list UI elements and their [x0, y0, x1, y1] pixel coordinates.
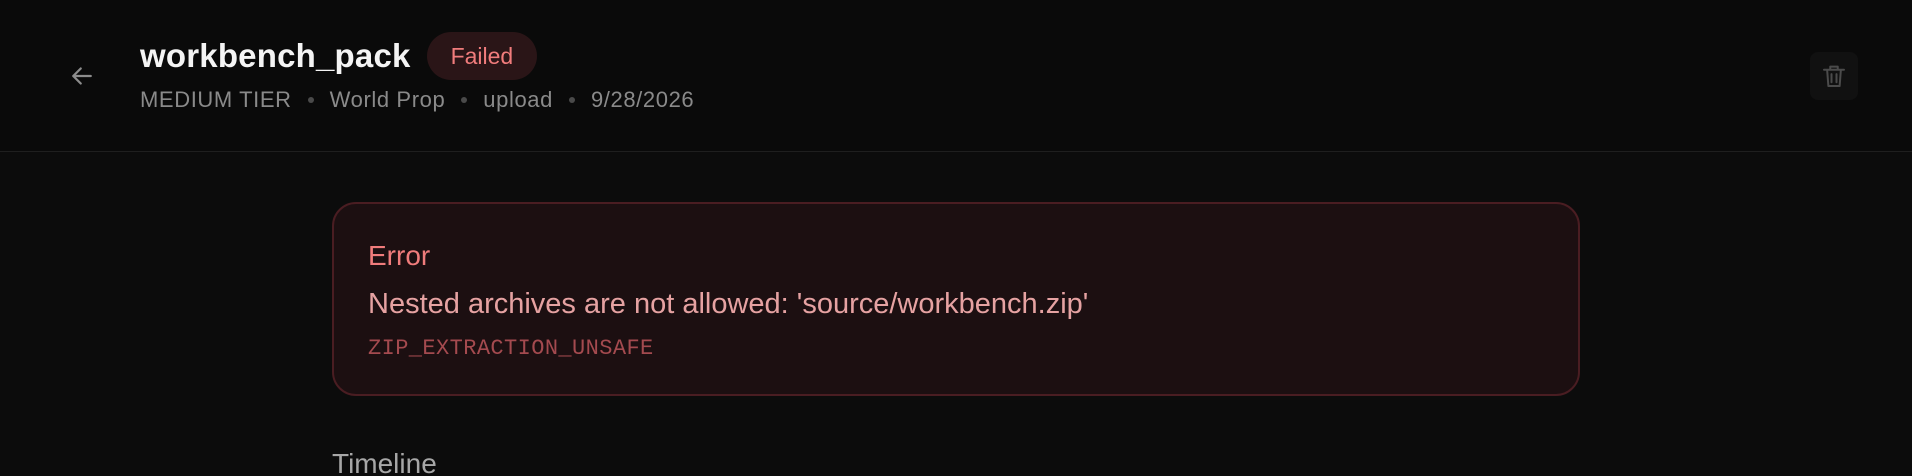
- error-title: Error: [368, 240, 431, 271]
- meta-source: upload: [483, 87, 553, 112]
- arrow-left-icon: [72, 67, 92, 85]
- asset-meta: MEDIUM TIER World Prop upload 9/28/2026: [140, 86, 694, 114]
- meta-separator: [461, 97, 468, 103]
- error-card: Error Nested archives are not allowed: '…: [332, 202, 1580, 396]
- delete-button[interactable]: [1810, 52, 1858, 100]
- back-button[interactable]: [58, 52, 106, 100]
- asset-detail-page: workbench_pack Failed MEDIUM TIER World …: [0, 0, 1912, 476]
- meta-separator: [307, 97, 314, 103]
- page-title: workbench_pack: [140, 37, 411, 74]
- meta-tier: MEDIUM TIER: [140, 87, 292, 112]
- meta-date: 9/28/2026: [590, 87, 695, 112]
- status-badge: Failed: [426, 32, 538, 80]
- meta-category: World Prop: [329, 87, 446, 112]
- timeline-heading: Timeline: [332, 448, 437, 476]
- trash-icon: [1823, 65, 1845, 87]
- error-code: ZIP_EXTRACTION_UNSAFE: [368, 336, 654, 361]
- title-row: workbench_pack Failed: [140, 32, 538, 80]
- meta-separator: [568, 97, 575, 103]
- error-message: Nested archives are not allowed: 'source…: [368, 288, 1089, 320]
- page-header: workbench_pack Failed MEDIUM TIER World …: [0, 0, 1912, 152]
